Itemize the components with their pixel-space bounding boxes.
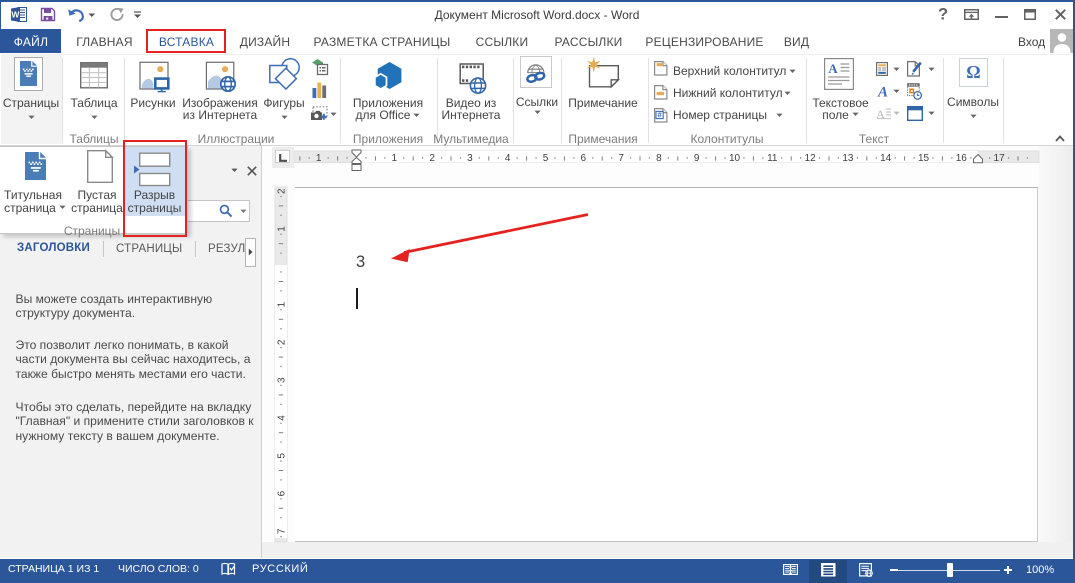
svg-text:8: 8 xyxy=(656,153,662,164)
svg-text:1: 1 xyxy=(316,153,322,164)
svg-text:A: A xyxy=(877,85,888,99)
svg-text:A: A xyxy=(828,61,838,76)
svg-text:13: 13 xyxy=(842,153,854,164)
svg-text:#: # xyxy=(657,110,662,119)
svg-text:6: 6 xyxy=(581,153,587,164)
svg-text:14: 14 xyxy=(880,153,892,164)
svg-text:17: 17 xyxy=(994,153,1006,164)
svg-text:4: 4 xyxy=(505,153,511,164)
svg-text:1: 1 xyxy=(277,301,288,307)
svg-text:7: 7 xyxy=(277,528,288,534)
svg-text:15: 15 xyxy=(918,153,930,164)
svg-text:3: 3 xyxy=(467,153,473,164)
svg-text:2: 2 xyxy=(277,339,288,345)
svg-text:4: 4 xyxy=(277,415,288,421)
svg-text:7: 7 xyxy=(618,153,624,164)
svg-text:10: 10 xyxy=(729,153,741,164)
svg-text:1: 1 xyxy=(277,226,288,232)
svg-text:2: 2 xyxy=(429,153,435,164)
svg-text:W: W xyxy=(11,10,20,20)
svg-text:3: 3 xyxy=(277,377,288,383)
svg-text:9: 9 xyxy=(694,153,700,164)
svg-text:2: 2 xyxy=(277,188,288,194)
svg-text:5: 5 xyxy=(277,453,288,459)
svg-text:12: 12 xyxy=(805,153,817,164)
svg-text:11: 11 xyxy=(767,153,778,164)
svg-text:?: ? xyxy=(938,6,948,24)
svg-text:16: 16 xyxy=(956,153,968,164)
svg-text:6: 6 xyxy=(277,490,288,496)
svg-text:1: 1 xyxy=(392,153,398,164)
svg-text:5: 5 xyxy=(543,153,549,164)
